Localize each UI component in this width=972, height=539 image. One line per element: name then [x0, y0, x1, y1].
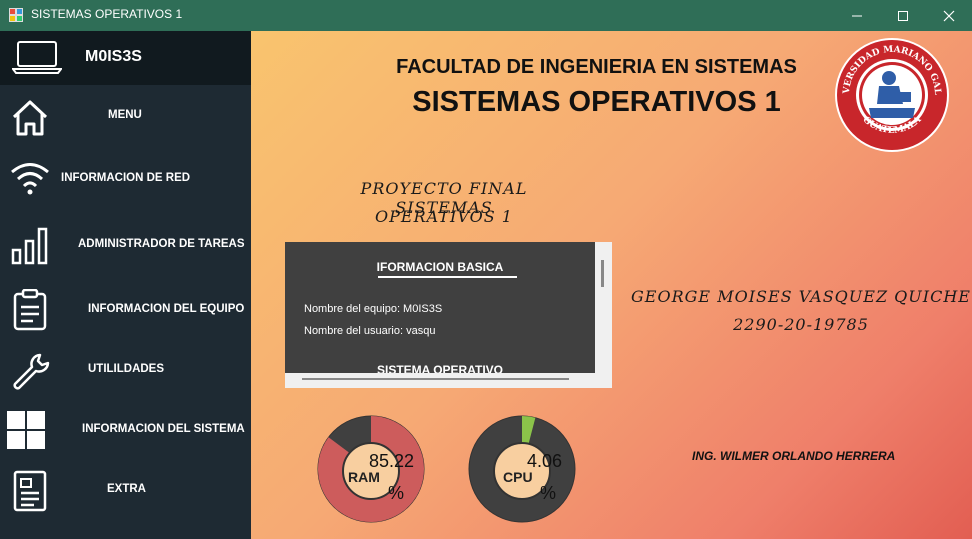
teacher-name: ING. WILMER ORLANDO HERRERA [692, 449, 896, 463]
laptop-icon [12, 41, 62, 74]
university-seal: UNIVERSIDAD MARIANO GALVEZ GUATEMALA [833, 36, 949, 152]
main-panel: FACULTAD DE INGENIERIA EN SISTEMAS SISTE… [251, 31, 972, 539]
sidebar-item-menu[interactable]: MENU [0, 88, 251, 144]
username-label: M0IS3S [85, 48, 142, 65]
close-icon [943, 10, 955, 21]
sidebar-item-system-info[interactable]: INFORMACION DEL SISTEMA [0, 401, 251, 457]
project-title-line2: OPERATIVOS 1 [375, 207, 513, 226]
student-id: 2290-20-19785 [733, 315, 869, 334]
info-panel[interactable]: IFORMACION BASICA Nombre del equipo: M0I… [285, 242, 612, 388]
minimize-icon [852, 15, 862, 16]
windows-icon [7, 411, 45, 449]
sidebar-item-equipment[interactable]: INFORMACION DEL EQUIPO [0, 281, 251, 337]
sidebar-item-label: ADMINISTRADOR DE TAREAS [78, 238, 245, 250]
title-bar[interactable]: SISTEMAS OPERATIVOS 1 [0, 0, 972, 31]
ram-gauge: RAM 85.22 % [317, 415, 425, 523]
ram-value: 85.22 [369, 451, 415, 471]
close-button[interactable] [926, 0, 972, 31]
info-panel-content: IFORMACION BASICA Nombre del equipo: M0I… [285, 242, 595, 373]
sidebar-item-network[interactable]: INFORMACION DE RED [0, 150, 251, 206]
minimize-button[interactable] [834, 0, 880, 31]
sidebar-item-label: EXTRA [107, 483, 146, 495]
clipboard-icon [13, 289, 47, 331]
section-basic-title: IFORMACION BASICA [376, 260, 504, 274]
maximize-button[interactable] [880, 0, 926, 31]
sidebar-item-label: UTILILDADES [88, 363, 165, 375]
app-window: SISTEMAS OPERATIVOS 1 M0IS3S MENU INFORM… [0, 0, 972, 539]
sidebar-item-label: MENU [108, 109, 142, 121]
sidebar-header: M0IS3S [0, 31, 251, 85]
sidebar: M0IS3S MENU INFORMACION DE RED ADMINISTR… [0, 31, 251, 539]
section-os-title: SISTEMA OPERATIVO [376, 363, 503, 373]
horizontal-scrollbar[interactable] [302, 378, 569, 380]
app-icon [9, 8, 23, 22]
sidebar-item-label: INFORMACION DEL SISTEMA [82, 423, 245, 435]
bar-chart-icon [11, 227, 48, 265]
window-title: SISTEMAS OPERATIVOS 1 [31, 7, 183, 21]
cpu-gauge: CPU 4.06 % [468, 415, 576, 523]
student-name: GEORGE MOISES VASQUEZ QUICHE [631, 287, 971, 306]
wifi-icon [11, 163, 49, 195]
document-icon [13, 470, 47, 512]
section-underline [378, 276, 517, 278]
cpu-unit: % [540, 483, 557, 503]
cpu-value: 4.06 [527, 451, 563, 471]
home-icon [12, 100, 48, 136]
maximize-icon [898, 10, 908, 21]
wrench-icon [13, 353, 50, 390]
sidebar-item-label: INFORMACION DEL EQUIPO [88, 303, 245, 315]
vertical-scrollbar[interactable] [601, 260, 604, 287]
info-row-user-name: Nombre del usuario: vasqu [304, 325, 436, 337]
info-row-computer-name: Nombre del equipo: M0IS3S [304, 303, 443, 315]
sidebar-item-task-manager[interactable]: ADMINISTRADOR DE TAREAS [0, 216, 251, 272]
sidebar-item-utilities[interactable]: UTILILDADES [0, 341, 251, 397]
ram-unit: % [388, 483, 405, 503]
sidebar-item-extra[interactable]: EXTRA [0, 461, 251, 517]
sidebar-item-label: INFORMACION DE RED [61, 172, 191, 184]
